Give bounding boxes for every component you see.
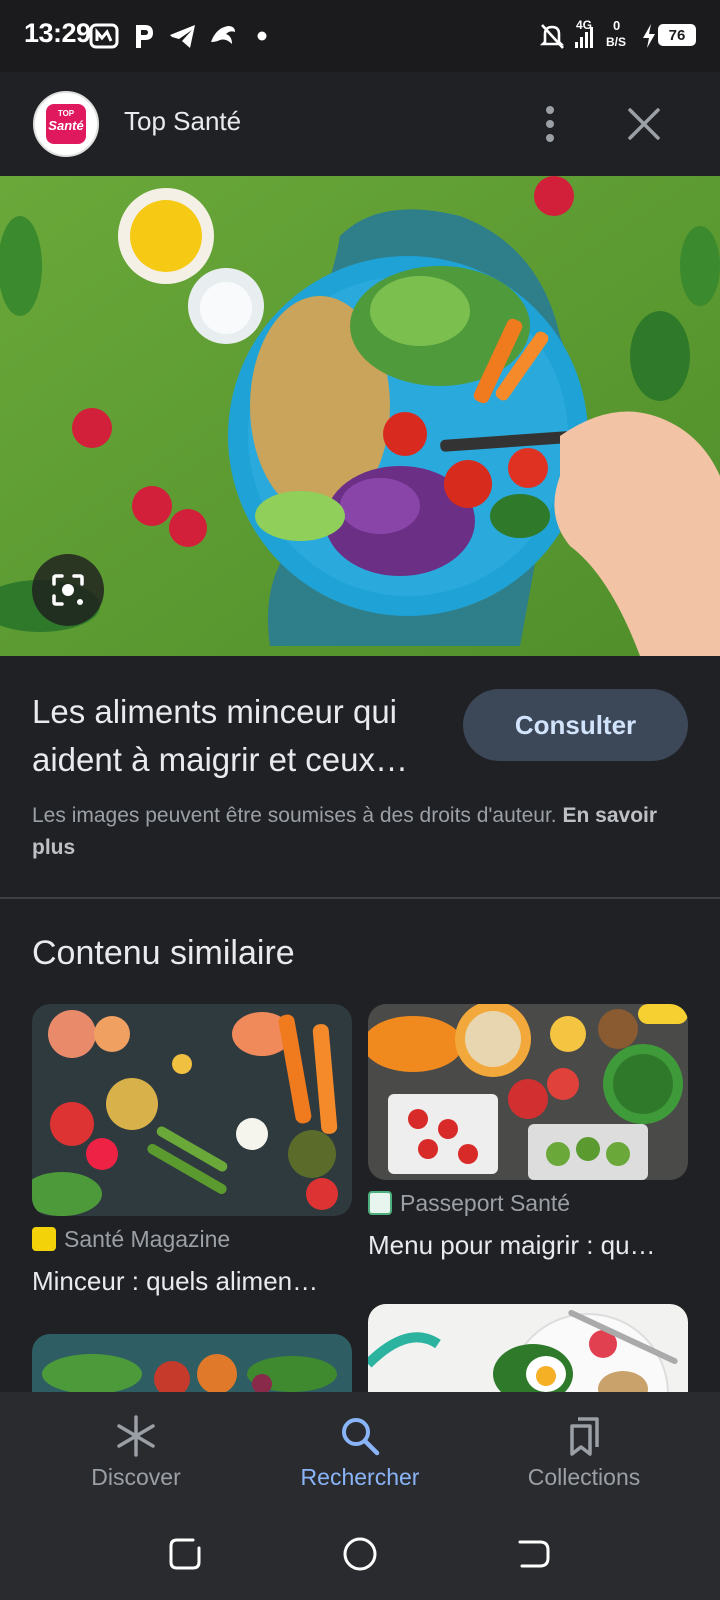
system-navigation — [0, 1512, 720, 1600]
passeport-sante-favicon — [368, 1191, 392, 1215]
clock: 13:29 — [24, 18, 91, 48]
hero-image[interactable] — [0, 176, 720, 656]
consult-button[interactable]: Consulter — [463, 689, 688, 761]
card-image — [368, 1004, 688, 1180]
collections-icon — [570, 1417, 599, 1456]
card-image — [32, 1004, 352, 1216]
speed-value: 0 — [613, 18, 621, 33]
similar-card[interactable]: Santé Magazine Minceur : quels alimen… — [32, 1004, 352, 1296]
nav-label: Collections — [527, 1464, 641, 1490]
search-icon — [342, 1418, 380, 1456]
divider — [0, 897, 720, 899]
p-app-icon — [136, 25, 153, 48]
card-source-label: Passeport Santé — [400, 1190, 571, 1216]
speed-unit: B/S — [606, 35, 627, 49]
similar-heading: Contenu similaire — [32, 934, 295, 972]
logo-main-text: Santé — [48, 118, 84, 133]
nav-discover[interactable]: Discover — [36, 1392, 236, 1512]
nav-search[interactable]: Rechercher — [260, 1392, 460, 1512]
card-image — [368, 1304, 688, 1392]
card-source: Passeport Santé — [368, 1190, 570, 1217]
more-options-icon[interactable] — [530, 102, 570, 146]
result-title[interactable]: Les aliments minceur qui aident à maigri… — [32, 688, 442, 784]
battery-icon: 76 — [658, 24, 696, 46]
salad-bowl-photo — [0, 176, 720, 656]
telegram-icon — [170, 25, 195, 48]
similar-card[interactable] — [368, 1304, 688, 1392]
lens-button[interactable] — [32, 554, 104, 626]
similar-card[interactable]: Passeport Santé Menu pour maigrir : qu… — [368, 1004, 688, 1260]
gallery-icon — [89, 23, 119, 49]
card-source-label: Santé Magazine — [64, 1226, 231, 1252]
card-title: Minceur : quels alimen… — [32, 1266, 319, 1296]
home-icon[interactable] — [338, 1532, 382, 1576]
lens-icon — [52, 574, 84, 606]
card-title: Menu pour maigrir : qu… — [368, 1230, 656, 1260]
source-header: TOP Santé Top Santé — [0, 72, 720, 176]
battery-level: 76 — [668, 27, 686, 44]
copyright-text: Les images peuvent être soumises à des d… — [32, 804, 557, 827]
similar-card[interactable] — [32, 1334, 352, 1392]
close-icon[interactable] — [622, 102, 666, 146]
mute-icon — [539, 24, 565, 49]
nav-label: Rechercher — [300, 1464, 420, 1490]
logo-top-text: TOP — [57, 109, 75, 118]
dot-icon — [257, 31, 267, 41]
logo-badge: TOP Santé — [46, 104, 86, 144]
status-bar: 13:29 4G 0 B/S 76 — [0, 0, 720, 72]
site-name[interactable]: Top Santé — [124, 106, 241, 137]
card-image — [32, 1334, 352, 1392]
card-source: Santé Magazine — [32, 1226, 230, 1253]
bird-app-icon — [211, 26, 235, 44]
sante-magazine-favicon — [32, 1227, 56, 1251]
asterisk-icon — [117, 1415, 155, 1457]
site-logo[interactable]: TOP Santé — [33, 91, 99, 157]
recents-icon[interactable] — [163, 1532, 207, 1576]
nav-collections[interactable]: Collections — [484, 1392, 684, 1512]
bottom-navigation: Discover Rechercher Collections — [0, 1392, 720, 1512]
signal-icon — [575, 27, 593, 48]
charging-icon — [643, 24, 655, 48]
back-icon[interactable] — [512, 1532, 556, 1576]
nav-label: Discover — [91, 1464, 181, 1490]
copyright-notice: Les images peuvent être soumises à des d… — [32, 800, 692, 864]
